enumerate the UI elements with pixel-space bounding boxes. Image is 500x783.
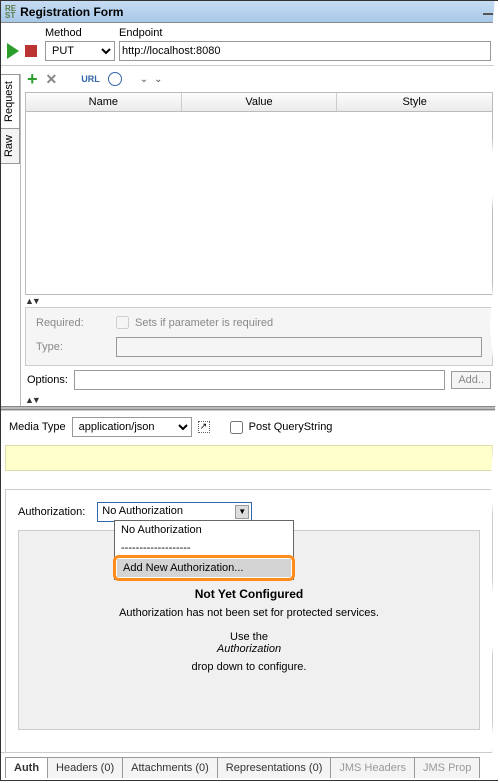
authorization-select[interactable]: No Authorization ▼ [97,502,252,522]
not-configured-title: Not Yet Configured [195,587,303,601]
auth-option-none[interactable]: No Authorization [115,521,293,539]
options-label: Options: [27,374,68,386]
endpoint-column: Endpoint [119,27,491,61]
method-endpoint-row: Method PUT Endpoint [1,23,497,66]
media-type-label: Media Type [9,421,66,433]
required-checkbox[interactable] [116,316,129,329]
auth-panel: Authorization: No Authorization ▼ No Aut… [5,489,493,767]
side-tabs: Request Raw [1,74,21,406]
params-table-body[interactable] [25,112,493,295]
collapse-bar-2: ▲▼ [25,394,493,406]
tab-raw[interactable]: Raw [1,128,20,164]
method-label: Method [45,27,115,39]
media-type-select[interactable]: application/json [72,417,192,437]
tab-request[interactable]: Request [1,74,20,129]
add-param-icon[interactable]: + [27,69,38,90]
expand-icon[interactable] [198,421,210,433]
params-toolbar: + ✕ URL ⌄ ⌄ [21,66,497,92]
not-configured-msg1: Authorization has not been set for prote… [119,607,379,619]
tab-headers[interactable]: Headers (0) [47,757,123,778]
url-icon[interactable]: URL [81,74,100,84]
options-input[interactable] [74,370,445,390]
options-row: Options: Add.. [21,366,497,394]
auth-row: Authorization: No Authorization ▼ [18,502,480,522]
chevron-down-icon[interactable]: ▼ [235,505,249,519]
post-querystring-label: Post QueryString [249,421,333,433]
caret-controls: ⌄ ⌄ [140,74,163,85]
authorization-selected-value: No Authorization [98,503,251,519]
authorization-label: Authorization: [18,506,85,518]
method-select[interactable]: PUT [45,41,115,61]
tab-jms-headers[interactable]: JMS Headers [330,757,415,778]
required-checkbox-label: Sets if parameter is required [135,317,273,329]
rest-icon: REST [5,5,16,19]
tab-representations[interactable]: Representations (0) [217,757,332,778]
collapse-toggle-icon[interactable]: ▲▼ [25,296,39,306]
window-title: Registration Form [20,5,123,19]
params-table-header: Name Value Style [25,92,493,112]
required-checkbox-row: Sets if parameter is required [116,316,482,329]
bottom-tabs: Auth Headers (0) Attachments (0) Represe… [1,752,497,778]
caret-down-icon[interactable]: ⌄ [140,74,148,85]
media-row: Media Type application/json Post QuerySt… [1,410,497,443]
endpoint-label: Endpoint [119,27,491,39]
endpoint-input[interactable] [119,41,491,61]
type-input[interactable] [116,337,482,357]
not-configured-msg2: Use the Authorization drop down to confi… [192,625,307,673]
request-window: REST Registration Form Method PUT Endpoi… [0,0,498,781]
stop-button[interactable] [25,45,37,57]
caret-down-icon-2[interactable]: ⌄ [154,74,162,85]
auth-option-highlight: Add New Authorization... [113,555,295,581]
minimize-icon[interactable] [483,13,493,15]
tab-auth[interactable]: Auth [5,757,48,778]
run-button[interactable] [7,43,19,59]
type-label: Type: [36,341,116,353]
required-label: Required: [36,317,116,329]
col-value: Value [182,93,338,111]
titlebar: REST Registration Form [1,1,497,23]
collapse-bar-1: ▲▼ [25,295,493,307]
remove-param-icon[interactable]: ✕ [46,71,58,88]
options-add-button[interactable]: Add.. [451,371,491,389]
auth-option-add-new[interactable]: Add New Authorization... [117,559,291,577]
collapse-toggle-icon-2[interactable]: ▲▼ [25,395,39,405]
post-querystring-checkbox[interactable] [230,421,243,434]
method-column: Method PUT [45,27,115,61]
tab-jms-prop[interactable]: JMS Prop [414,757,480,778]
params-panel: + ✕ URL ⌄ ⌄ Name Value Style ▲▼ Required… [21,66,497,406]
col-style: Style [337,93,492,111]
authorization-dropdown: No Authorization ------------------- Add… [114,520,294,580]
param-details-panel: Required: Sets if parameter is required … [25,307,493,366]
refresh-icon[interactable] [108,72,122,86]
main-area: Request Raw + ✕ URL ⌄ ⌄ Name Value Style [1,66,497,406]
col-name: Name [26,93,182,111]
tab-attachments[interactable]: Attachments (0) [122,757,218,778]
body-editor[interactable] [5,445,493,471]
titlebar-controls [483,9,493,15]
